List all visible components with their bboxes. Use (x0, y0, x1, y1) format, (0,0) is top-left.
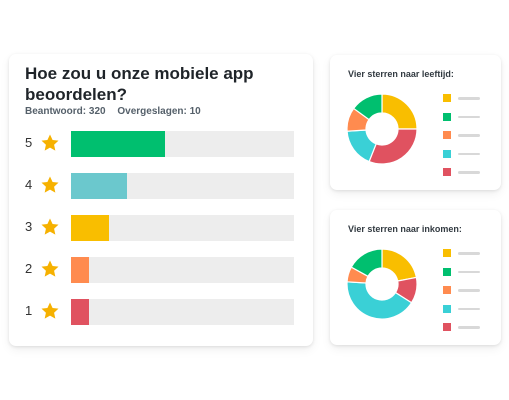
star-icon (41, 260, 59, 277)
legend-placeholder-line (458, 152, 480, 155)
rating-label: 5 (25, 135, 33, 150)
legend-item (443, 168, 493, 177)
age-breakdown-card: Vier sterren naar leeftijd: (330, 55, 501, 190)
legend-placeholder-line (458, 97, 480, 100)
legend-item (443, 131, 493, 140)
rating-question-card: Hoe zou u onze mobiele app beoordelen? B… (9, 54, 313, 346)
rating-label: 3 (25, 219, 33, 234)
rating-row-5: 5 (9, 129, 313, 157)
rating-bar-fill (71, 257, 89, 283)
legend-placeholder-line (458, 307, 480, 310)
legend-swatch (443, 112, 451, 121)
legend-swatch (443, 304, 451, 313)
rating-bar-fill (71, 299, 89, 325)
income-donut-chart (346, 248, 418, 320)
response-stats: Beantwoord: 320 Overgeslagen: 10 (25, 106, 201, 117)
rating-bar-track (71, 215, 294, 241)
legend-item (443, 94, 493, 103)
skipped-count: Overgeslagen: 10 (117, 106, 201, 117)
legend-placeholder-line (458, 115, 480, 118)
legend-swatch (443, 94, 451, 102)
legend-placeholder-line (458, 252, 480, 255)
rating-bar-track (71, 131, 294, 157)
question-title: Hoe zou u onze mobiele app beoordelen? (25, 64, 254, 104)
rating-row-4: 4 (9, 171, 313, 199)
rating-bar-fill (71, 215, 109, 241)
legend-placeholder-line (458, 326, 480, 329)
legend-item (443, 112, 493, 122)
legend-placeholder-line (458, 270, 480, 273)
legend-item (443, 267, 493, 277)
legend-item (443, 249, 493, 258)
legend-swatch (443, 267, 451, 276)
legend-swatch (443, 149, 451, 158)
rating-label: 4 (25, 177, 33, 192)
star-icon (41, 176, 59, 193)
rating-label: 2 (25, 261, 33, 276)
answered-count: Beantwoord: 320 (25, 106, 106, 117)
donut-segment-0 (381, 93, 418, 130)
rating-label: 1 (25, 303, 33, 318)
age-donut-chart (346, 93, 418, 165)
legend-item (443, 286, 493, 295)
age-breakdown-title: Vier sterren naar leeftijd: (348, 69, 454, 79)
legend-placeholder-line (458, 289, 480, 292)
legend-item (443, 323, 493, 332)
rating-row-1: 1 (9, 297, 313, 325)
income-legend (443, 249, 493, 342)
star-icon (41, 218, 59, 235)
legend-swatch (443, 323, 451, 331)
donut-segment-1 (368, 128, 418, 165)
rating-bar-fill (71, 173, 127, 199)
legend-swatch (443, 168, 451, 176)
rating-row-2: 2 (9, 255, 313, 283)
legend-placeholder-line (458, 134, 480, 137)
legend-item (443, 149, 493, 159)
rating-bar-track (71, 299, 294, 325)
legend-placeholder-line (458, 171, 480, 174)
rating-row-3: 3 (9, 213, 313, 241)
donut-segment-0 (381, 248, 418, 282)
rating-bar-track (71, 173, 294, 199)
legend-item (443, 304, 493, 314)
income-breakdown-card: Vier sterren naar inkomen: (330, 210, 501, 345)
rating-bar-fill (71, 131, 165, 157)
legend-swatch (443, 286, 451, 294)
rating-bar-track (71, 257, 294, 283)
star-icon (41, 302, 59, 319)
legend-swatch (443, 131, 451, 139)
age-legend (443, 94, 493, 187)
star-icon (41, 134, 59, 151)
income-breakdown-title: Vier sterren naar inkomen: (348, 224, 462, 234)
legend-swatch (443, 249, 451, 257)
